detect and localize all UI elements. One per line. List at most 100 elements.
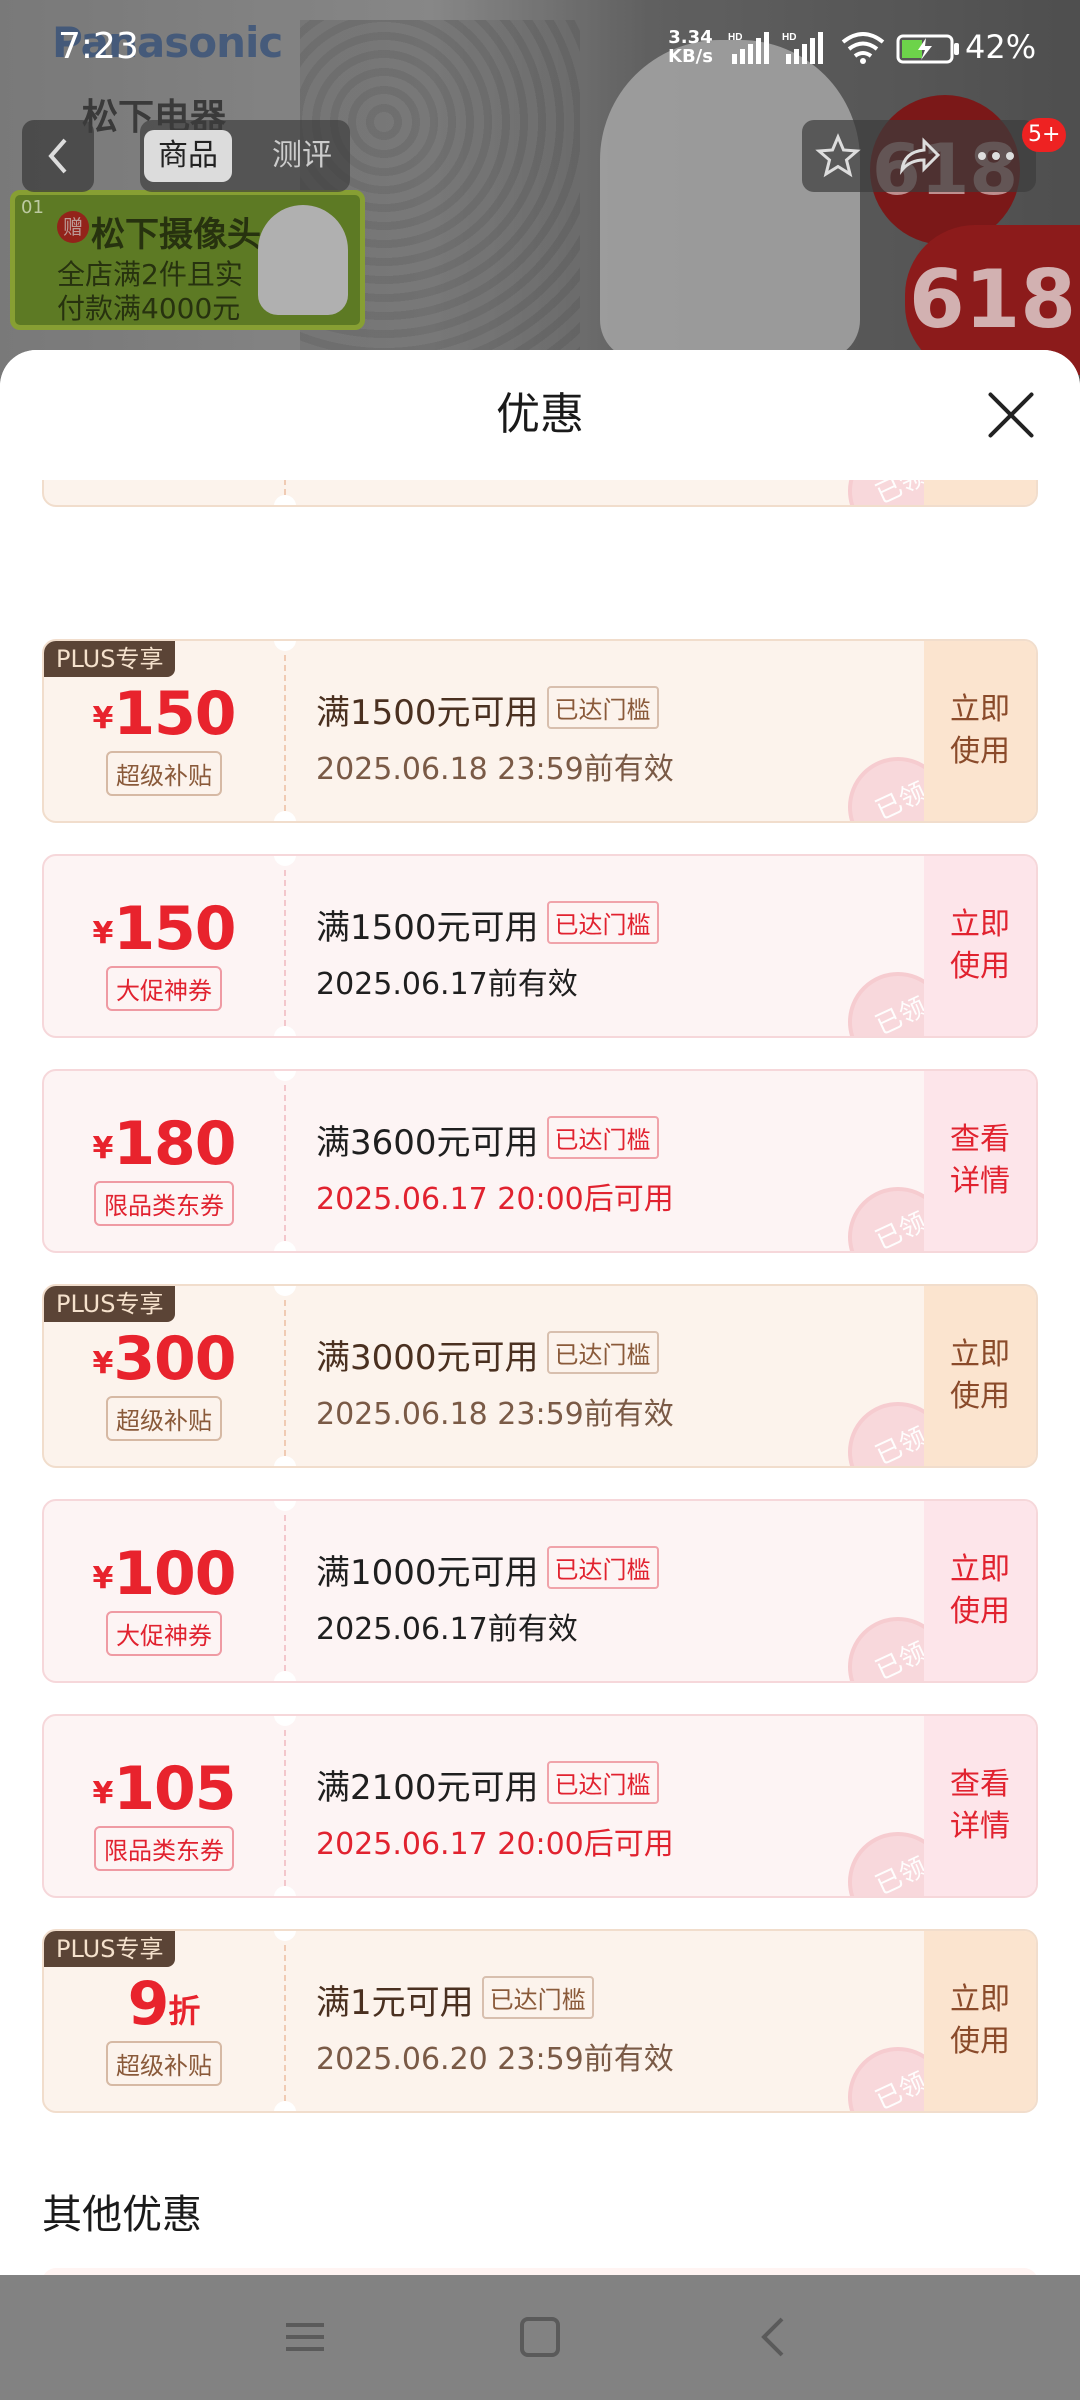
coupon-details: 满3600元可用 已达门槛 2025.06.17 20:00后可用 <box>316 1115 936 1218</box>
close-icon[interactable] <box>984 388 1038 442</box>
signal-hd-icon: HD <box>728 32 769 64</box>
back-button[interactable] <box>22 120 94 192</box>
status-time: 7:23 <box>58 26 139 67</box>
battery-percent: 42% <box>965 28 1037 66</box>
coupon-validity: 2025.06.20 23:59前有效 <box>316 2042 674 2077</box>
signal-hd-2-icon: HD <box>782 32 823 64</box>
coupon-value-area: ¥100 大促神券 <box>44 1501 284 1681</box>
coupon-action-label: 查看 详情 <box>950 1119 1010 1203</box>
coupon-action-line-1: 立即 <box>950 1337 1010 1372</box>
coupon-value-area: PLUS专享 ¥300 超级补贴 <box>44 1286 284 1466</box>
more-icon[interactable] <box>972 132 1020 180</box>
status-bar: 7:23 3.34 KB/s HD HD 42% <box>0 0 1080 100</box>
coupon-details: 满3000元可用 已达门槛 2025.06.18 23:59前有效 <box>316 1330 936 1433</box>
tab-product[interactable]: 商品 <box>144 130 232 182</box>
coupon-action-label: 立即使用 <box>950 904 1010 988</box>
coupon-divider <box>284 870 286 1026</box>
coupon-action-button[interactable]: 立即使用 <box>924 641 1036 821</box>
coupon-amount-value: 180 <box>113 1109 236 1179</box>
home-icon[interactable] <box>515 2315 565 2359</box>
tab-reviews[interactable]: 测评 <box>258 130 346 182</box>
coupon-action-line-1: 立即 <box>950 1982 1010 2017</box>
star-icon[interactable] <box>814 132 862 180</box>
coupon-value-area: ¥150 大促神券 <box>44 856 284 1036</box>
coupon-card[interactable]: ¥100 大促神券 满1000元可用 已达门槛 2025.06.17前有效 已领 立即 使用 <box>42 1499 1038 1683</box>
discount-unit: 折 <box>168 1992 201 2030</box>
currency-symbol: ¥ <box>92 1776 114 1811</box>
coupon-action-line-1: 查看 <box>950 1122 1010 1157</box>
coupon-validity: 2025.06.17前有效 <box>316 967 578 1002</box>
chevron-left-icon <box>48 138 67 174</box>
coupon-notch-bottom <box>274 1886 296 1896</box>
coupon-card[interactable]: ¥105 限品类东券 满2100元可用 已达门槛 2025.06.17 20:00后可用… <box>42 1714 1038 1898</box>
coupon-amount: 9折 <box>44 1969 284 2039</box>
coupon-list: ¥50超级补贴满500元可用已达门槛2025.06.18 23:59前有效已领立… <box>0 350 1080 2275</box>
other-offer-card[interactable] <box>42 2268 1038 2275</box>
coupon-action-line-2: 使用 <box>950 734 1010 769</box>
coupon-condition-row: 满1000元可用 已达门槛 <box>316 1545 936 1594</box>
menu-icon[interactable] <box>280 2315 330 2359</box>
coupon-type-tag: 超级补贴 <box>106 1396 222 1441</box>
threshold-reached-badge: 已达门槛 <box>546 1331 659 1374</box>
coupon-notch-bottom <box>274 1456 296 1466</box>
coupon-amount: ¥150 <box>44 679 284 749</box>
coupon-notch-bottom <box>274 811 296 821</box>
coupon-divider <box>284 1515 286 1671</box>
claimed-stamp-text: 已领 <box>871 1207 931 1253</box>
coupon-validity: 2025.06.18 23:59前有效 <box>316 752 674 787</box>
coupon-action-label: 立即使用 <box>950 689 1010 773</box>
coupon-type-tag: 限品类东券 <box>94 1826 234 1871</box>
coupon-notch-bottom <box>274 495 296 505</box>
coupon-action-button[interactable]: 立即使用 <box>924 1501 1036 1681</box>
coupon-amount-value: 150 <box>113 894 236 964</box>
coupon-action-label: 查看 详情 <box>950 1764 1010 1848</box>
wifi-icon <box>841 32 885 64</box>
coupon-notch-bottom <box>274 1671 296 1681</box>
coupon-action-line-2: 使用 <box>950 949 1010 984</box>
coupon-details: 满1元可用 已达门槛 2025.06.20 23:59前有效 <box>316 1975 936 2078</box>
network-speed-value: 3.34 <box>668 27 713 48</box>
coupon-card[interactable]: PLUS专享 ¥150 超级补贴 满1500元可用 已达门槛 2025.06.18 23:… <box>42 639 1038 823</box>
coupon-value-area: ¥105 限品类东券 <box>44 1716 284 1896</box>
coupon-action-line-1: 查看 <box>950 1767 1010 1802</box>
coupon-action-line-2: 详情 <box>950 1809 1010 1844</box>
coupon-card[interactable]: ¥180 限品类东券 满3600元可用 已达门槛 2025.06.17 20:00后可用… <box>42 1069 1038 1253</box>
coupon-card[interactable]: PLUS专享 ¥300 超级补贴 满3000元可用 已达门槛 2025.06.18 23:… <box>42 1284 1038 1468</box>
coupon-card[interactable]: ¥150 大促神券 满1500元可用 已达门槛 2025.06.17前有效 已领 立即 使用 <box>42 854 1038 1038</box>
coupon-details: 满1500元可用 已达门槛 2025.06.17前有效 <box>316 900 936 1003</box>
coupon-notch-bottom <box>274 1026 296 1036</box>
coupon-validity: 2025.06.17 20:00后可用 <box>316 1182 674 1217</box>
coupon-action-line-2: 使用 <box>950 2024 1010 2059</box>
coupon-amount-value: 9 <box>127 1969 170 2039</box>
coupon-action-button[interactable]: 立即使用 <box>924 856 1036 1036</box>
coupon-validity: 2025.06.18 23:59前有效 <box>316 1397 674 1432</box>
coupon-condition: 满1500元可用 <box>316 908 539 948</box>
back-icon[interactable] <box>750 2315 800 2359</box>
threshold-reached-badge: 已达门槛 <box>546 901 659 944</box>
claimed-stamp-text: 已领 <box>871 777 931 823</box>
coupon-action-button[interactable]: 立即使用 <box>924 1931 1036 2111</box>
coupon-card[interactable]: PLUS专享 9折 超级补贴 满1元可用 已达门槛 2025.06.20 23:59前有效… <box>42 1929 1038 2113</box>
coupon-value-area: PLUS专享 9折 超级补贴 <box>44 1931 284 2111</box>
network-speed-unit: KB/s <box>668 46 713 67</box>
coupon-amount: ¥105 <box>44 1754 284 1824</box>
coupon-amount-value: 105 <box>113 1754 236 1824</box>
coupon-action-label: 立即使用 <box>950 1979 1010 2063</box>
coupon-value-area: PLUS专享 ¥150 超级补贴 <box>44 641 284 821</box>
coupon-action-button[interactable]: 查看 详情 <box>924 1716 1036 1896</box>
share-icon[interactable] <box>894 132 942 180</box>
coupon-divider <box>284 1730 286 1886</box>
coupon-action-button[interactable]: 立即使用 <box>924 1286 1036 1466</box>
coupon-action-label: 立即使用 <box>950 1334 1010 1418</box>
claimed-stamp-text: 已领 <box>871 1852 931 1898</box>
threshold-reached-badge: 已达门槛 <box>546 1116 659 1159</box>
coupon-action-button[interactable]: 查看 详情 <box>924 1071 1036 1251</box>
coupon-type-tag: 大促神券 <box>106 966 222 1011</box>
coupon-details: 满1000元可用 已达门槛 2025.06.17前有效 <box>316 1545 936 1648</box>
coupon-condition: 满1500元可用 <box>316 693 539 733</box>
network-speed: 3.34 KB/s <box>668 28 713 66</box>
battery-charging-icon <box>896 34 959 64</box>
other-offers-title: 其他优惠 <box>42 2192 202 2238</box>
threshold-reached-badge: 已达门槛 <box>546 1761 659 1804</box>
coupon-divider <box>284 1300 286 1456</box>
